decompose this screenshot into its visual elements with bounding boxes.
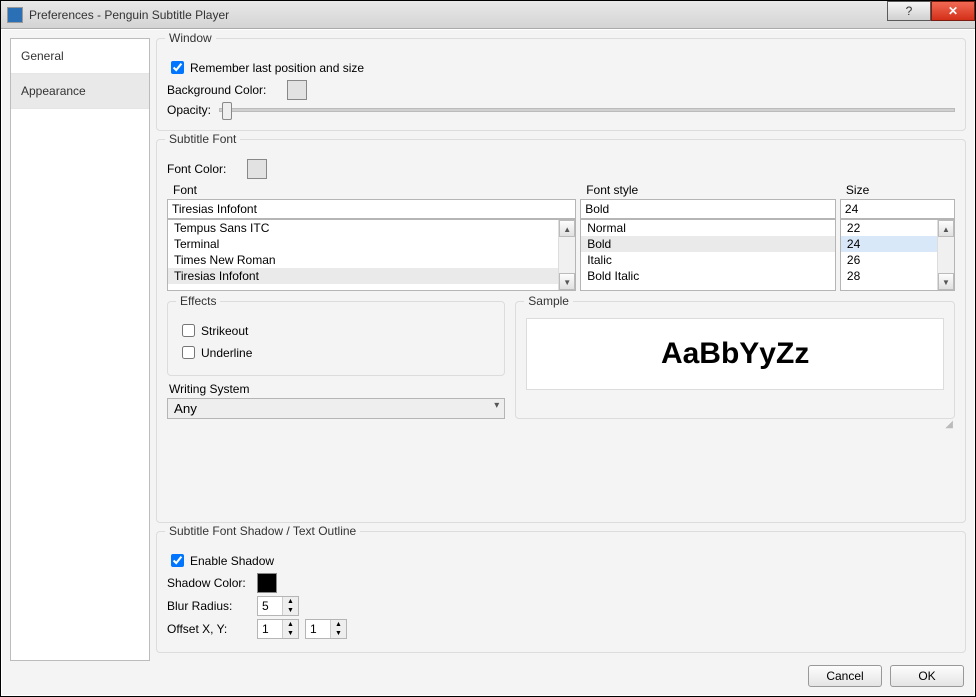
opacity-thumb[interactable] xyxy=(222,102,232,120)
scroll-down-icon[interactable]: ▼ xyxy=(938,273,954,290)
style-option[interactable]: Bold xyxy=(581,236,835,252)
font-option[interactable]: Tiresias Infofont xyxy=(168,268,558,284)
font-group-legend: Subtitle Font xyxy=(165,132,240,146)
remember-label: Remember last position and size xyxy=(190,61,364,75)
size-listbox[interactable]: 22 24 26 28 ▲ ▼ xyxy=(840,219,955,291)
font-option[interactable]: Terminal xyxy=(168,236,558,252)
font-scrollbar[interactable]: ▲ ▼ xyxy=(558,220,575,290)
sample-preview: AaBbYyZz xyxy=(526,318,944,390)
enable-shadow-label: Enable Shadow xyxy=(190,554,274,568)
fontcolor-label: Font Color: xyxy=(167,162,247,176)
strikeout-checkbox[interactable] xyxy=(182,324,195,337)
size-option[interactable]: 24 xyxy=(841,236,937,252)
app-icon xyxy=(7,7,23,23)
spin-down-icon[interactable]: ▼ xyxy=(283,629,298,638)
underline-checkbox[interactable] xyxy=(182,346,195,359)
size-input[interactable] xyxy=(840,199,955,219)
offset-y-spinner[interactable]: ▲▼ xyxy=(305,619,347,639)
size-option[interactable]: 26 xyxy=(841,252,937,268)
opacity-slider[interactable] xyxy=(219,108,955,112)
sample-legend: Sample xyxy=(524,294,573,308)
font-option[interactable]: Tempus Sans ITC xyxy=(168,220,558,236)
category-sidebar: General Appearance xyxy=(10,38,150,661)
shadow-legend: Subtitle Font Shadow / Text Outline xyxy=(165,524,360,538)
blur-radius-input[interactable] xyxy=(258,597,282,615)
spin-up-icon[interactable]: ▲ xyxy=(331,620,346,629)
blur-radius-label: Blur Radius: xyxy=(167,599,257,613)
sidebar-item-appearance[interactable]: Appearance xyxy=(11,74,149,109)
sidebar-item-general[interactable]: General xyxy=(11,39,149,74)
font-option[interactable]: Times New Roman xyxy=(168,252,558,268)
title-bar: Preferences - Penguin Subtitle Player ? … xyxy=(1,1,975,29)
cancel-button[interactable]: Cancel xyxy=(808,665,882,687)
content-pane: Window Remember last position and size B… xyxy=(156,38,966,661)
shadow-group: Subtitle Font Shadow / Text Outline Enab… xyxy=(156,531,966,653)
spin-up-icon[interactable]: ▲ xyxy=(283,597,298,606)
font-listbox[interactable]: Tempus Sans ITC Terminal Times New Roman… xyxy=(167,219,576,291)
help-button[interactable]: ? xyxy=(887,1,931,21)
style-column-label: Font style xyxy=(586,183,836,197)
font-column-label: Font xyxy=(173,183,576,197)
fontcolor-swatch[interactable] xyxy=(247,159,267,179)
remember-checkbox[interactable] xyxy=(171,61,184,74)
shadowcolor-swatch[interactable] xyxy=(257,573,277,593)
style-option[interactable]: Italic xyxy=(581,252,835,268)
strikeout-label: Strikeout xyxy=(201,324,248,338)
ok-button[interactable]: OK xyxy=(890,665,964,687)
underline-label: Underline xyxy=(201,346,252,360)
subtitle-font-group: Subtitle Font Font Color: Font Font styl… xyxy=(156,139,966,523)
style-option[interactable]: Normal xyxy=(581,220,835,236)
shadowcolor-label: Shadow Color: xyxy=(167,576,257,590)
offset-x-spinner[interactable]: ▲▼ xyxy=(257,619,299,639)
font-input[interactable] xyxy=(167,199,576,219)
window-title: Preferences - Penguin Subtitle Player xyxy=(29,8,229,22)
scroll-up-icon[interactable]: ▲ xyxy=(938,220,954,237)
close-button[interactable]: ✕ xyxy=(931,1,975,21)
dialog-button-row: Cancel OK xyxy=(10,661,966,687)
spin-down-icon[interactable]: ▼ xyxy=(283,606,298,615)
scroll-up-icon[interactable]: ▲ xyxy=(559,220,575,237)
window-group: Window Remember last position and size B… xyxy=(156,38,966,131)
window-group-legend: Window xyxy=(165,31,216,45)
size-option[interactable]: 22 xyxy=(841,220,937,236)
effects-group: Effects Strikeout Underline xyxy=(167,301,505,376)
spin-down-icon[interactable]: ▼ xyxy=(331,629,346,638)
offset-y-input[interactable] xyxy=(306,620,330,638)
effects-legend: Effects xyxy=(176,294,220,308)
style-option[interactable]: Bold Italic xyxy=(581,268,835,284)
blur-radius-spinner[interactable]: ▲▼ xyxy=(257,596,299,616)
size-column-label: Size xyxy=(846,183,955,197)
offset-label: Offset X, Y: xyxy=(167,622,257,636)
writing-system-select[interactable] xyxy=(167,398,505,419)
opacity-label: Opacity: xyxy=(167,103,211,117)
client-area: General Appearance Window Remember last … xyxy=(1,29,975,696)
size-option[interactable]: 28 xyxy=(841,268,937,284)
sample-group: Sample AaBbYyZz xyxy=(515,301,955,419)
bgcolor-swatch[interactable] xyxy=(287,80,307,100)
resize-grip-icon[interactable]: ◢ xyxy=(167,419,955,430)
spin-up-icon[interactable]: ▲ xyxy=(283,620,298,629)
size-scrollbar[interactable]: ▲ ▼ xyxy=(937,220,954,290)
window-controls: ? ✕ xyxy=(887,1,975,21)
enable-shadow-checkbox[interactable] xyxy=(171,554,184,567)
scroll-down-icon[interactable]: ▼ xyxy=(559,273,575,290)
preferences-window: Preferences - Penguin Subtitle Player ? … xyxy=(0,0,976,697)
writing-system-label: Writing System xyxy=(169,382,505,396)
style-listbox[interactable]: Normal Bold Italic Bold Italic xyxy=(580,219,836,291)
style-input[interactable] xyxy=(580,199,836,219)
bgcolor-label: Background Color: xyxy=(167,83,287,97)
offset-x-input[interactable] xyxy=(258,620,282,638)
